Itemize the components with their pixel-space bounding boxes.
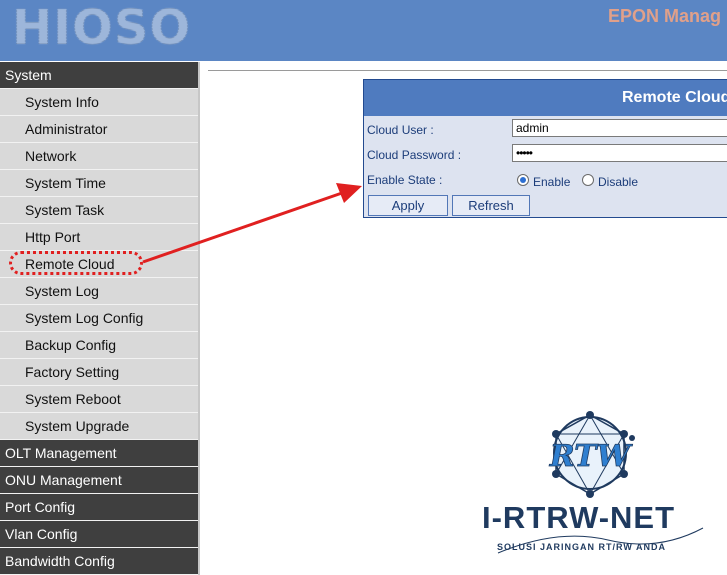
watermark-tagline: SOLUSI JARINGAN RT/RW ANDA (497, 542, 667, 552)
logo-monogram: RTW (549, 439, 634, 474)
watermark-name: I-RTRW-NET (482, 500, 676, 535)
